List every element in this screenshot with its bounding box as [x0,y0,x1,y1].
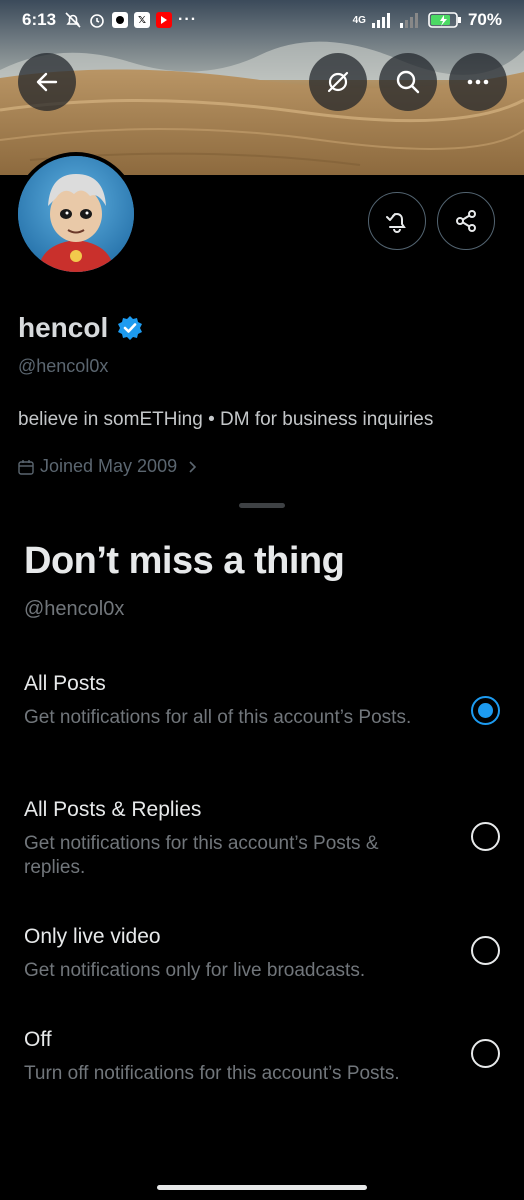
avatar-image [18,156,134,272]
bell-check-icon [386,213,406,233]
option-off[interactable]: Off Turn off notifications for this acco… [0,1028,524,1098]
grok-button[interactable] [309,53,367,111]
option-description: Get notifications for this account’s Pos… [24,833,379,878]
battery-icon [428,12,461,28]
option-title: All Posts & Replies [24,798,202,821]
app-notification-icon [112,12,129,28]
home-indicator[interactable] [157,1185,367,1190]
option-description: Get notifications only for live broadcas… [24,960,366,981]
youtube-icon [156,12,173,28]
more-icon [467,79,489,85]
option-description: Turn off notifications for this account’… [24,1063,400,1084]
option-description: Get notifications for all of this accoun… [24,707,412,728]
alarm-icon [90,14,104,28]
option-all-posts-replies[interactable]: All Posts & Replies Get notifications fo… [0,798,524,898]
avatar[interactable] [14,152,138,276]
status-time: 6:13 [22,10,57,29]
back-button[interactable] [18,53,76,111]
status-bar: 6:13 𝕏 ··· 4G 70% [0,0,524,40]
radio-only-live-video[interactable] [471,936,500,965]
search-icon [396,70,420,94]
profile-bio: believe in somETHing • DM for business i… [18,409,434,430]
option-only-live-video[interactable]: Only live video Get notifications only f… [0,925,524,995]
profile-name: hencol [18,312,109,343]
share-button[interactable] [437,192,495,250]
arrow-left-icon [36,72,58,92]
search-button[interactable] [379,53,437,111]
more-button[interactable] [449,53,507,111]
profile-handle: @hencol0x [18,356,109,376]
option-all-posts[interactable]: All Posts Get notifications for all of t… [0,672,524,772]
signal-2-icon [399,13,418,28]
joined-label: Joined May 2009 [40,456,178,476]
signal-icon [371,13,390,28]
radio-off[interactable] [471,1039,500,1068]
radio-all-posts-replies[interactable] [471,822,500,851]
verified-badge-icon [118,316,143,340]
grok-icon [327,71,349,93]
more-notifications-icon: ··· [178,11,198,28]
network-label: 4G [352,14,366,26]
sheet-grabber[interactable] [239,503,285,508]
mute-bell-icon [65,12,81,28]
sheet-title: Don’t miss a thing [24,540,345,582]
profile-name-row: hencol [18,312,144,344]
x-app-icon: 𝕏 [134,12,151,28]
option-title: Only live video [24,925,161,948]
option-title: All Posts [24,672,106,695]
joined-date[interactable]: Joined May 2009 [18,456,201,477]
notification-sheet: Don’t miss a thing @hencol0x All Posts G… [0,490,524,1200]
notification-button[interactable] [368,192,426,250]
share-icon [456,210,476,232]
radio-all-posts[interactable] [471,696,500,725]
sheet-handle: @hencol0x [24,598,125,620]
chevron-right-icon [189,460,197,473]
option-title: Off [24,1028,52,1051]
battery-level: 70% [467,10,502,29]
calendar-icon [18,459,34,475]
